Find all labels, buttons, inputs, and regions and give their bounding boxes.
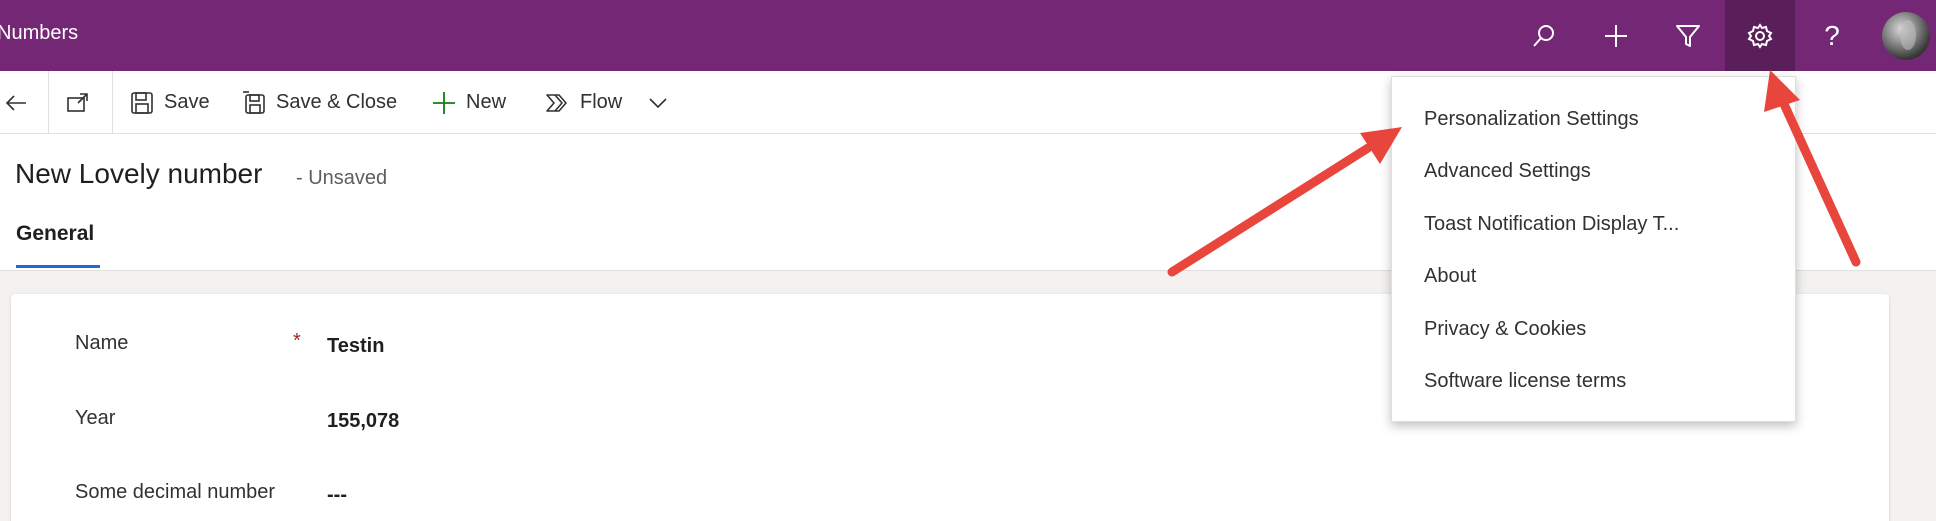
- help-icon: ?: [1824, 19, 1840, 51]
- save-and-close-label: Save & Close: [276, 91, 398, 113]
- plus-icon: [433, 91, 455, 114]
- plus-icon: [1605, 24, 1627, 47]
- save-label: Save: [164, 91, 210, 113]
- save-status: - Unsaved: [296, 167, 388, 189]
- field-label-name: Name: [75, 332, 129, 354]
- year-field[interactable]: 155,078: [327, 410, 399, 433]
- filter-icon: [1676, 24, 1700, 47]
- search-icon: [1533, 24, 1554, 47]
- menu-item-toast-notification-display[interactable]: Toast Notification Display T...: [1424, 213, 1679, 236]
- save-and-close-button[interactable]: Save & Close: [242, 71, 397, 134]
- app-title[interactable]: Numbers: [0, 22, 78, 45]
- help-button[interactable]: ?: [1797, 0, 1867, 71]
- save-icon: [131, 91, 153, 114]
- flow-button[interactable]: Flow: [546, 71, 670, 134]
- settings-button[interactable]: [1725, 0, 1795, 71]
- menu-item-software-license-terms[interactable]: Software license terms: [1424, 370, 1626, 393]
- required-indicator: *: [293, 330, 301, 352]
- flow-icon: [546, 93, 567, 112]
- decimal-number-field[interactable]: ---: [327, 484, 347, 507]
- gear-icon: [1747, 22, 1773, 49]
- chevron-down-icon[interactable]: [646, 91, 670, 115]
- menu-item-personalization-settings[interactable]: Personalization Settings: [1424, 108, 1639, 131]
- flow-label: Flow: [580, 91, 623, 113]
- menu-item-advanced-settings[interactable]: Advanced Settings: [1424, 160, 1591, 183]
- new-button[interactable]: New: [432, 71, 506, 134]
- field-label-decimal: Some decimal number: [75, 481, 276, 503]
- save-button[interactable]: Save: [130, 71, 210, 134]
- search-button[interactable]: [1509, 0, 1579, 71]
- name-field[interactable]: Testin: [327, 335, 384, 358]
- filter-button[interactable]: [1653, 0, 1723, 71]
- back-arrow-icon: [5, 94, 26, 111]
- user-avatar[interactable]: [1882, 12, 1930, 60]
- active-tab-indicator: [16, 265, 100, 268]
- field-label-year: Year: [75, 407, 116, 429]
- settings-menu: Personalization Settings Advanced Settin…: [1391, 76, 1796, 422]
- open-in-new-window-button[interactable]: [66, 71, 90, 134]
- page-title: New Lovely number: [15, 158, 263, 189]
- back-button[interactable]: [4, 71, 28, 134]
- divider: [112, 71, 113, 134]
- menu-item-about[interactable]: About: [1424, 265, 1476, 288]
- menu-item-privacy-cookies[interactable]: Privacy & Cookies: [1424, 318, 1586, 341]
- new-label: New: [466, 91, 507, 113]
- new-record-button[interactable]: [1581, 0, 1651, 71]
- open-in-new-window-icon: [67, 92, 88, 112]
- divider: [48, 71, 49, 134]
- top-navigation-bar: Numbers ?: [0, 0, 1936, 71]
- save-and-close-icon: [243, 90, 265, 114]
- tab-general[interactable]: General: [16, 222, 94, 246]
